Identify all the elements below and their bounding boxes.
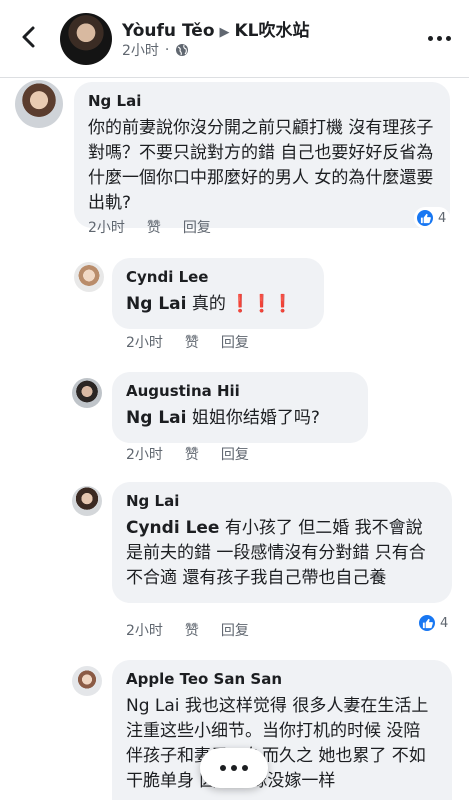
comment-time: 2小时 — [126, 447, 163, 463]
post-title: Yòufu Těo ▶ KL吹水站 — [122, 16, 310, 41]
comment-time: 2小时 — [126, 623, 163, 639]
comment-author[interactable]: Cyndi Lee — [126, 268, 308, 286]
like-button[interactable]: 赞 — [185, 620, 199, 640]
exclamation-emoji: ❗❗❗ — [229, 294, 294, 314]
like-button[interactable]: 赞 — [147, 217, 161, 237]
reply-button[interactable]: 回复 — [221, 332, 249, 352]
like-button[interactable]: 赞 — [185, 444, 199, 464]
comment-actions: 2小时 赞 回复 — [88, 217, 211, 237]
comment-author[interactable]: Ng Lai — [88, 92, 434, 110]
share-arrow-icon: ▶ — [219, 25, 230, 40]
like-button[interactable]: 赞 — [185, 332, 199, 352]
comment-time: 2小时 — [88, 220, 125, 236]
reply-button[interactable]: 回复 — [183, 217, 211, 237]
author-name[interactable]: Yòufu Těo — [122, 21, 215, 41]
comment-actions: 2小时 赞 回复 — [126, 620, 249, 640]
reaction-count[interactable]: 4 — [416, 612, 453, 634]
comment-actions: 2小时 赞 回复 — [126, 444, 249, 464]
comment-bubble: Apple Teo San San Ng Lai 我也这样觉得 很多人妻在生活上… — [112, 660, 452, 800]
reaction-number: 4 — [440, 615, 449, 631]
post-header: Yòufu Těo ▶ KL吹水站 2小时 · — [0, 0, 469, 78]
reaction-number: 4 — [438, 210, 447, 226]
comment-author[interactable]: Augustina Hii — [126, 382, 352, 400]
comment-text: 你的前妻說你沒分開之前只顧打機 沒有理孩子 對嗎？不要只說對方的錯 自己也要好好… — [88, 118, 434, 213]
reaction-count[interactable]: 4 — [414, 207, 451, 229]
comment-bubble: Augustina Hii Ng Lai 姐姐你结婚了吗? — [112, 372, 368, 443]
comment-time: 2小时 — [126, 335, 163, 351]
reply-button[interactable]: 回复 — [221, 444, 249, 464]
post-meta: 2小时 · — [122, 40, 189, 60]
mention-link[interactable]: Cyndi Lee — [126, 518, 219, 538]
comment-author[interactable]: Ng Lai — [126, 492, 436, 510]
group-name[interactable]: KL吹水站 — [235, 21, 310, 41]
author-avatar[interactable] — [60, 13, 112, 65]
mention-link[interactable]: Ng Lai — [126, 294, 186, 314]
mention-link[interactable]: Ng Lai — [126, 408, 186, 428]
avatar[interactable] — [74, 262, 104, 292]
comment-text: Ng Lai 我也这样觉得 很多人妻在生活上注重这些小细节。当你打机的时候 没陪… — [126, 696, 429, 791]
mention-link[interactable]: Ng Lai — [126, 696, 180, 716]
avatar[interactable] — [72, 486, 102, 516]
comment-text: Ng Lai 真的 ❗❗❗ — [126, 294, 294, 314]
avatar[interactable] — [72, 666, 102, 696]
more-comments-button[interactable] — [200, 748, 268, 788]
comment-text: Ng Lai 姐姐你结婚了吗? — [126, 408, 320, 428]
back-arrow-icon[interactable] — [14, 22, 44, 52]
avatar[interactable] — [15, 80, 63, 128]
comment-text: Cyndi Lee 有小孩了 但二婚 我不會說是前夫的錯 一段感情沒有分對錯 只… — [126, 518, 426, 588]
thumbs-up-icon — [417, 613, 437, 633]
comment-actions: 2小时 赞 回复 — [126, 332, 249, 352]
globe-icon — [176, 44, 189, 56]
thumbs-up-icon — [415, 208, 435, 228]
reply-button[interactable]: 回复 — [221, 620, 249, 640]
post-time: 2小时 — [122, 43, 159, 59]
avatar[interactable] — [72, 378, 102, 408]
comment-bubble: Cyndi Lee Ng Lai 真的 ❗❗❗ — [112, 258, 324, 329]
comment-bubble: Ng Lai 你的前妻說你沒分開之前只顧打機 沒有理孩子 對嗎？不要只說對方的錯… — [74, 82, 450, 228]
more-options-icon[interactable] — [427, 28, 451, 48]
comment-bubble: Ng Lai Cyndi Lee 有小孩了 但二婚 我不會說是前夫的錯 一段感情… — [112, 482, 452, 603]
comment-author[interactable]: Apple Teo San San — [126, 670, 436, 688]
